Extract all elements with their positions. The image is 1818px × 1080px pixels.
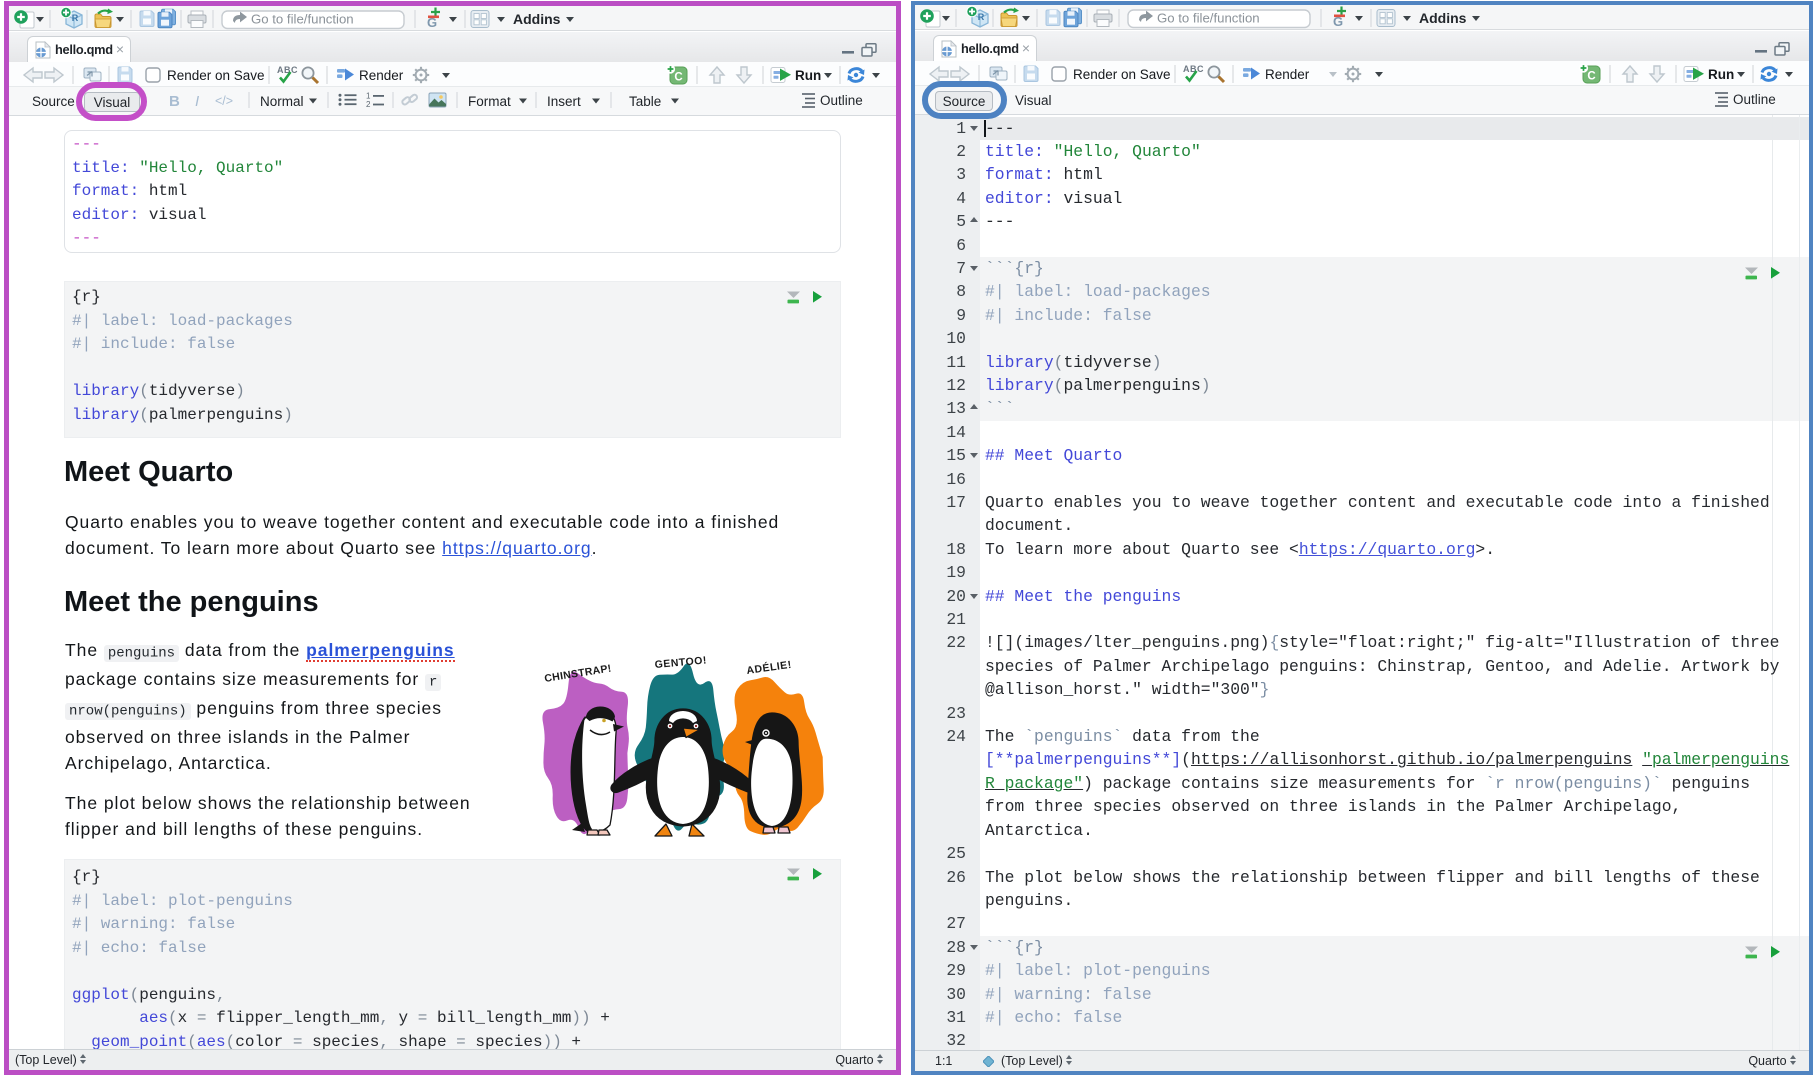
svg-text:ADÉLIE!: ADÉLIE! — [746, 658, 793, 677]
svg-text:Run: Run — [795, 68, 821, 83]
svg-text:Addins: Addins — [513, 11, 561, 27]
svg-text:Render: Render — [359, 68, 404, 83]
svg-text:Source: Source — [32, 94, 75, 109]
svg-text:Render: Render — [1265, 67, 1310, 82]
svg-text:ABC: ABC — [1183, 64, 1204, 74]
svg-text:Go to file/function: Go to file/function — [251, 12, 354, 27]
svg-text:Visual: Visual — [1015, 93, 1052, 108]
svg-text:Run: Run — [1708, 67, 1734, 82]
svg-text:I: I — [195, 93, 199, 110]
svg-text:2: 2 — [366, 100, 371, 109]
svg-text:R: R — [978, 12, 985, 22]
svg-text:R: R — [72, 13, 79, 23]
svg-text:C: C — [1587, 71, 1595, 83]
svg-text:Table: Table — [629, 94, 661, 109]
svg-text:Format: Format — [468, 94, 511, 109]
svg-text:ABC: ABC — [277, 65, 298, 75]
svg-text:</>: </> — [215, 94, 233, 108]
svg-text:GENTOO!: GENTOO! — [654, 654, 707, 671]
svg-text:Outline: Outline — [820, 93, 863, 108]
svg-text:Render on Save: Render on Save — [1073, 67, 1171, 82]
svg-text:Addins: Addins — [1419, 10, 1467, 26]
svg-text:Normal: Normal — [260, 94, 304, 109]
svg-text:B: B — [169, 93, 180, 110]
svg-text:Render on Save: Render on Save — [167, 68, 265, 83]
svg-text:Go to file/function: Go to file/function — [1157, 11, 1260, 26]
svg-text:C: C — [674, 72, 682, 84]
svg-text:Outline: Outline — [1733, 92, 1776, 107]
svg-text:Insert: Insert — [547, 94, 581, 109]
